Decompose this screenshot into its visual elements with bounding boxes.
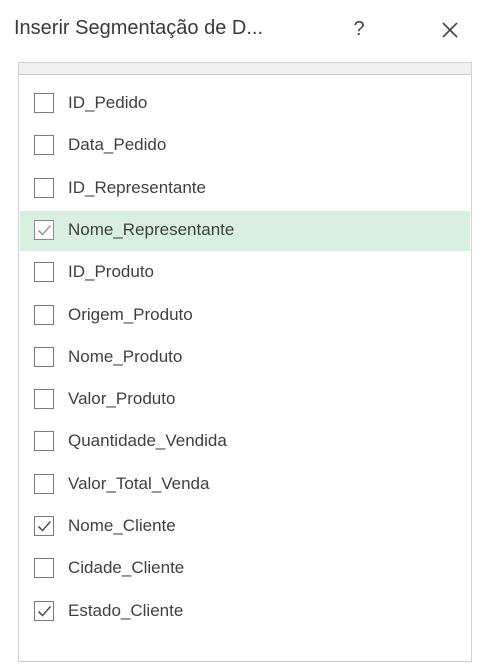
- help-button[interactable]: ?: [346, 14, 372, 44]
- field-list: ID_Pedido Data_Pedido ID_Representante Nome…: [18, 62, 472, 662]
- field-checkbox[interactable]: [34, 600, 54, 621]
- checkmark-icon: [37, 520, 52, 532]
- field-item[interactable]: ID_Pedido: [20, 84, 470, 124]
- field-item[interactable]: Origem_Produto: [20, 296, 470, 336]
- field-item[interactable]: Nome_Produto: [20, 338, 470, 378]
- field-item[interactable]: Estado_Cliente: [20, 592, 470, 632]
- field-item[interactable]: Valor_Produto: [20, 380, 470, 420]
- field-label: Estado_Cliente: [68, 600, 184, 620]
- field-label: Quantidade_Vendida: [68, 431, 227, 451]
- dialog-title: Inserir Segmentação de D...: [14, 17, 264, 39]
- field-label: Valor_Total_Venda: [68, 473, 210, 493]
- field-checkbox[interactable]: [34, 177, 54, 198]
- field-label: Cidade_Cliente: [68, 558, 185, 578]
- field-checkbox[interactable]: [34, 135, 54, 156]
- field-checkbox[interactable]: [34, 389, 54, 410]
- list-header: [19, 63, 471, 75]
- checkmark-icon: [37, 224, 52, 236]
- field-checkbox[interactable]: [34, 219, 54, 240]
- field-label: ID_Representante: [68, 177, 206, 197]
- field-label: Origem_Produto: [68, 304, 193, 324]
- field-checkbox[interactable]: [34, 262, 54, 283]
- field-item[interactable]: Valor_Total_Venda: [20, 465, 470, 505]
- field-label: Nome_Produto: [68, 346, 183, 366]
- title-bar: Inserir Segmentação de D... ?: [0, 0, 478, 62]
- field-label: ID_Produto: [68, 262, 154, 282]
- field-label: Valor_Produto: [68, 389, 176, 409]
- field-checkbox[interactable]: [34, 516, 54, 536]
- field-item[interactable]: Data_Pedido: [20, 126, 470, 166]
- field-label: ID_Pedido: [68, 93, 148, 112]
- field-item[interactable]: ID_Produto: [20, 253, 470, 293]
- checkmark-icon: [37, 605, 52, 617]
- field-label: Nome_Cliente: [68, 516, 176, 535]
- field-checkbox[interactable]: [34, 473, 54, 494]
- field-label: Data_Pedido: [68, 135, 167, 155]
- field-checkbox[interactable]: [34, 93, 54, 113]
- field-checkbox[interactable]: [34, 558, 54, 579]
- field-label: Nome_Representante: [68, 219, 235, 239]
- close-icon: [442, 22, 458, 38]
- field-checkbox[interactable]: [34, 346, 54, 367]
- field-item[interactable]: Quantidade_Vendida: [20, 422, 470, 462]
- field-item[interactable]: Nome_Representante: [20, 210, 470, 251]
- field-item[interactable]: Cidade_Cliente: [20, 549, 470, 589]
- field-checkbox[interactable]: [34, 431, 54, 452]
- field-item[interactable]: Nome_Cliente: [20, 507, 470, 547]
- insert-slicer-dialog: Inserir Segmentação de D... ? ID_Pedido D…: [0, 0, 478, 668]
- field-checkbox[interactable]: [34, 304, 54, 325]
- field-item[interactable]: ID_Representante: [20, 169, 470, 209]
- close-button[interactable]: [438, 14, 464, 44]
